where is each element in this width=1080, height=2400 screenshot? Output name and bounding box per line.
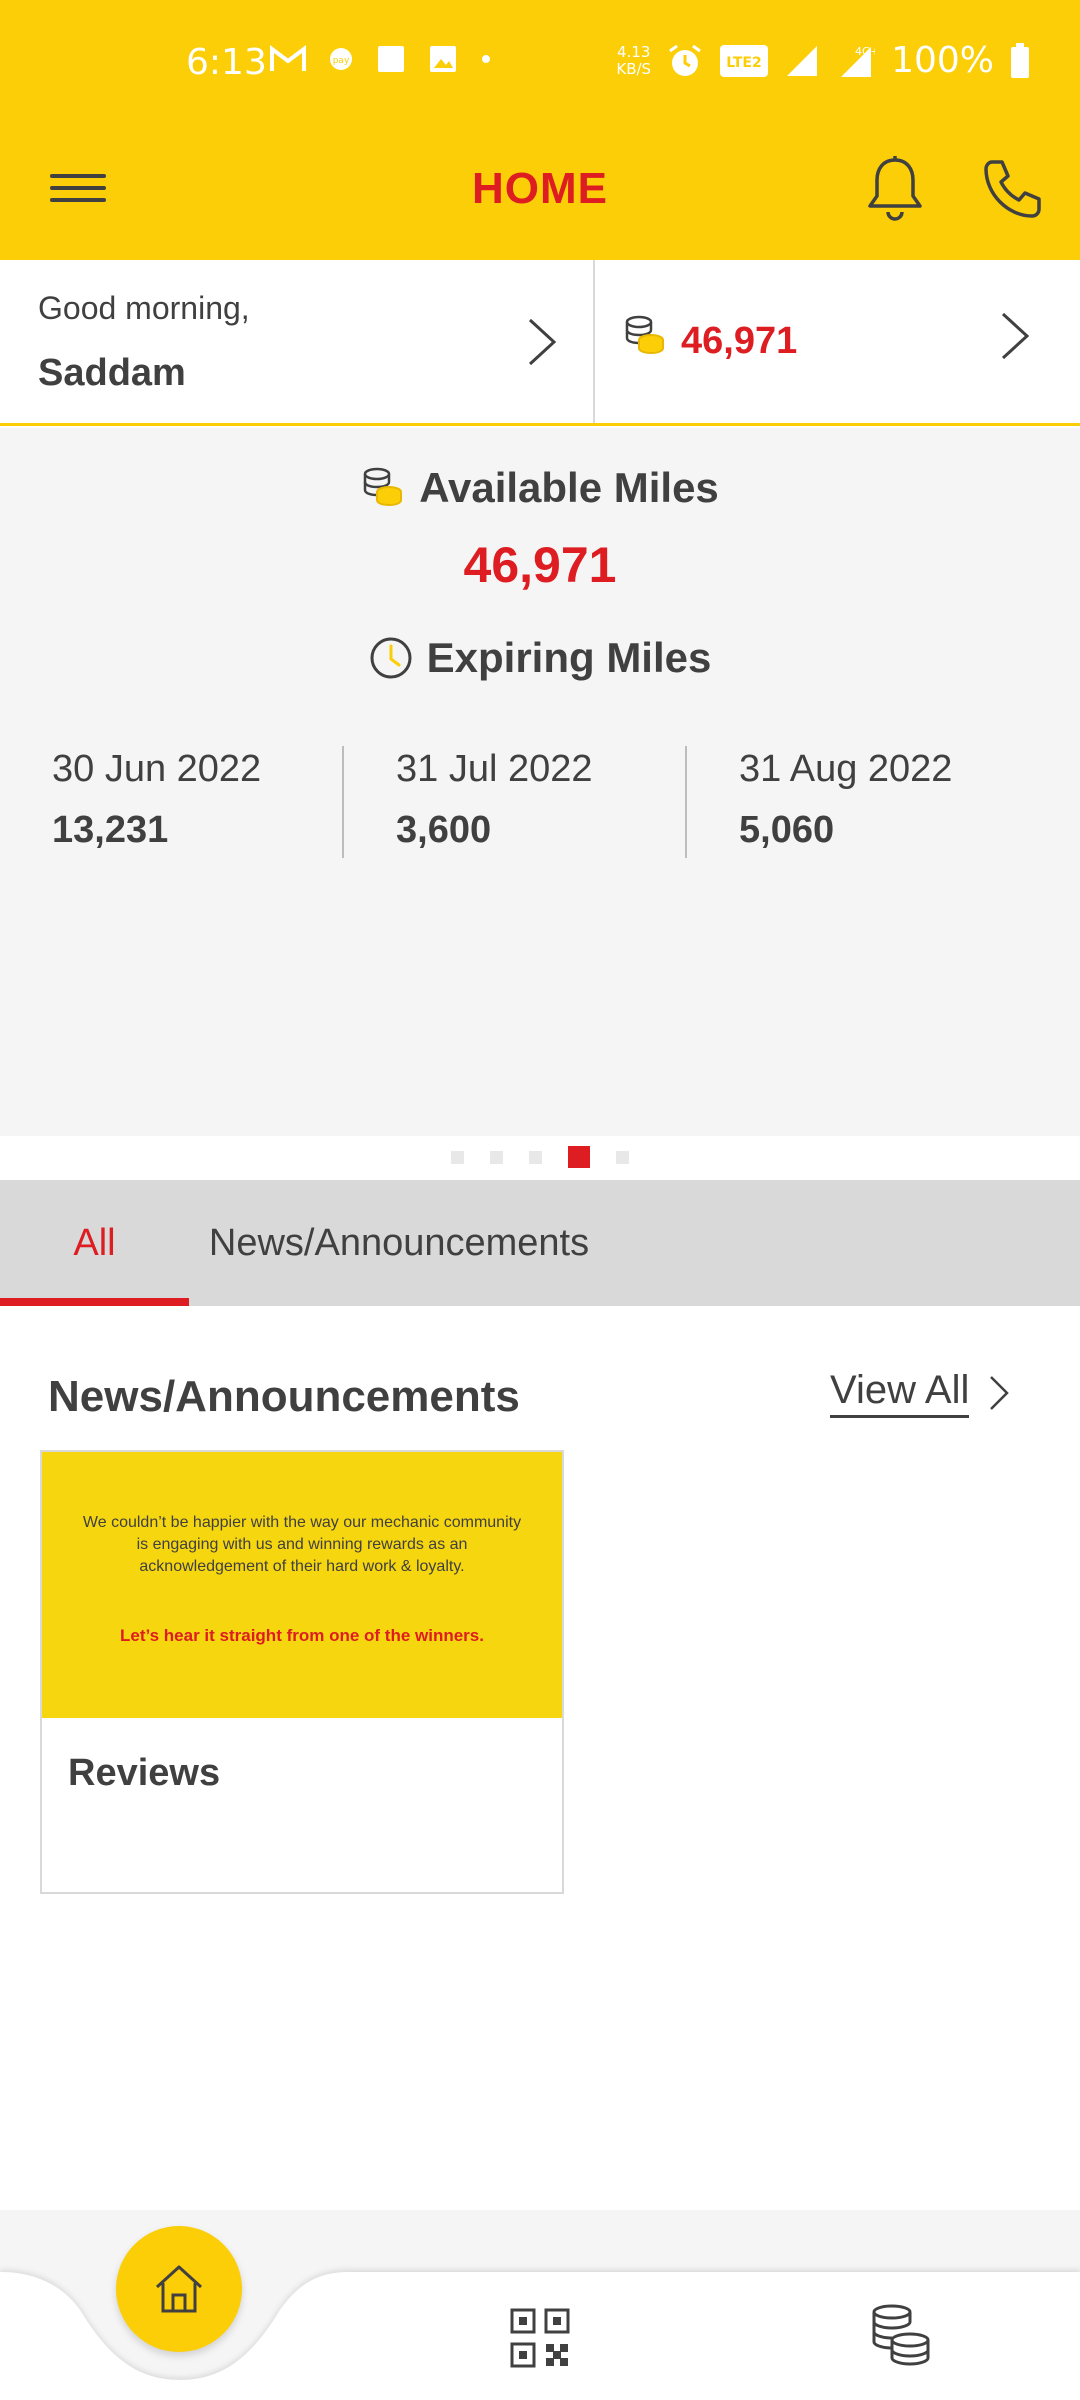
svg-text:LTE2: LTE2 <box>726 55 761 71</box>
dot-icon <box>482 55 490 63</box>
status-bar: 6:13 pay 4.13 KB/S LTE2 4G+ 100% <box>0 0 1080 130</box>
net-speed-value: 4.13 <box>617 42 651 61</box>
notification-icons: pay <box>270 44 492 74</box>
coins-icon <box>872 2304 930 2366</box>
nav-home-button[interactable] <box>116 2226 242 2352</box>
tab-all[interactable]: All <box>0 1180 189 1306</box>
volte-icon: LTE2 <box>720 44 769 77</box>
chevron-right-icon <box>990 1376 1010 1410</box>
news-image-text: We couldn’t be happier with the way our … <box>82 1514 522 1575</box>
available-miles-label: Available Miles <box>419 464 719 511</box>
nav-scan-button[interactable] <box>508 2306 572 2370</box>
gmail-icon <box>270 45 306 71</box>
tab-bar: All News/Announcements <box>0 1180 1080 1306</box>
news-card-image: We couldn’t be happier with the way our … <box>42 1452 562 1718</box>
alarm-icon <box>669 44 701 76</box>
call-button[interactable] <box>980 156 1046 222</box>
miles-balance: 46,971 <box>681 320 798 362</box>
clock-icon <box>370 637 412 679</box>
battery-level: 100% <box>891 40 994 81</box>
expiring-item: 31 Jul 2022 3,600 <box>342 746 685 858</box>
expiring-item: 30 Jun 2022 13,231 <box>0 746 342 858</box>
pay-icon: pay <box>330 48 352 70</box>
expiring-miles-label: Expiring Miles <box>426 634 712 681</box>
view-all-link[interactable]: View All <box>830 1368 1011 1418</box>
user-name: Saddam <box>38 352 186 394</box>
notifications-button[interactable] <box>862 154 928 224</box>
news-card-title: Reviews <box>68 1752 221 1794</box>
net-speed-unit: KB/S <box>616 59 652 78</box>
home-icon <box>155 2265 203 2313</box>
profile-card[interactable]: Good morning, Saddam <box>0 260 593 423</box>
news-card[interactable]: We couldn’t be happier with the way our … <box>40 1450 564 1894</box>
miles-balance-card[interactable]: 46,971 <box>595 260 1080 423</box>
bell-icon <box>868 156 922 221</box>
greeting-text: Good morning, <box>38 290 250 326</box>
signal-icon <box>787 45 818 76</box>
tab-news-announcements[interactable]: News/Announcements <box>189 1180 609 1306</box>
system-icons: 4.13 KB/S LTE2 4G+ 100% <box>616 40 1030 81</box>
phone-icon <box>984 160 1041 218</box>
view-all-label: View All <box>830 1368 970 1418</box>
expiry-amount: 5,060 <box>739 809 835 851</box>
greeting-row: Good morning, Saddam 46,971 <box>0 260 1080 426</box>
expiry-date: 31 Jul 2022 <box>396 748 593 790</box>
gallery-icon <box>430 46 456 72</box>
net-speed: 4.13 KB/S <box>616 42 652 78</box>
qr-code-icon <box>510 2308 570 2368</box>
carousel-dot[interactable] <box>529 1150 542 1164</box>
available-miles-heading: Available Miles <box>0 464 1080 512</box>
signal-4g-icon: 4G+ <box>841 45 875 77</box>
carousel-dot[interactable] <box>490 1150 503 1164</box>
svg-text:4G+: 4G+ <box>855 45 875 58</box>
available-miles-value: 46,971 <box>463 537 617 593</box>
coins-icon <box>625 315 664 355</box>
status-time: 6:13 <box>186 42 267 83</box>
section-title: News/Announcements <box>48 1372 520 1421</box>
miles-summary-carousel[interactable]: Available Miles 46,971 Expiring Miles 30… <box>0 428 1080 1136</box>
app-header: HOME <box>0 130 1080 260</box>
expiry-date: 30 Jun 2022 <box>52 748 262 790</box>
nav-miles-button[interactable] <box>868 2302 932 2366</box>
expiry-amount: 13,231 <box>52 809 169 851</box>
expiry-date: 31 Aug 2022 <box>739 748 953 790</box>
square-icon <box>378 46 404 72</box>
carousel-dot[interactable] <box>568 1146 590 1168</box>
expiring-miles-list: 30 Jun 2022 13,231 31 Jul 2022 3,600 31 … <box>0 746 1080 858</box>
bottom-navigation <box>0 2210 1080 2400</box>
chevron-right-icon <box>1001 312 1030 360</box>
svg-text:pay: pay <box>333 56 350 66</box>
battery-icon <box>1011 42 1029 78</box>
expiring-item: 31 Aug 2022 5,060 <box>685 746 1080 858</box>
chevron-right-icon <box>528 318 557 366</box>
coins-icon <box>363 467 403 507</box>
expiring-miles-heading: Expiring Miles <box>0 634 1080 682</box>
news-image-cta: Let’s hear it straight from one of the w… <box>120 1626 484 1645</box>
expiry-amount: 3,600 <box>396 809 492 851</box>
carousel-indicator <box>0 1146 1080 1168</box>
carousel-dot[interactable] <box>616 1150 629 1164</box>
carousel-dot[interactable] <box>451 1150 464 1164</box>
